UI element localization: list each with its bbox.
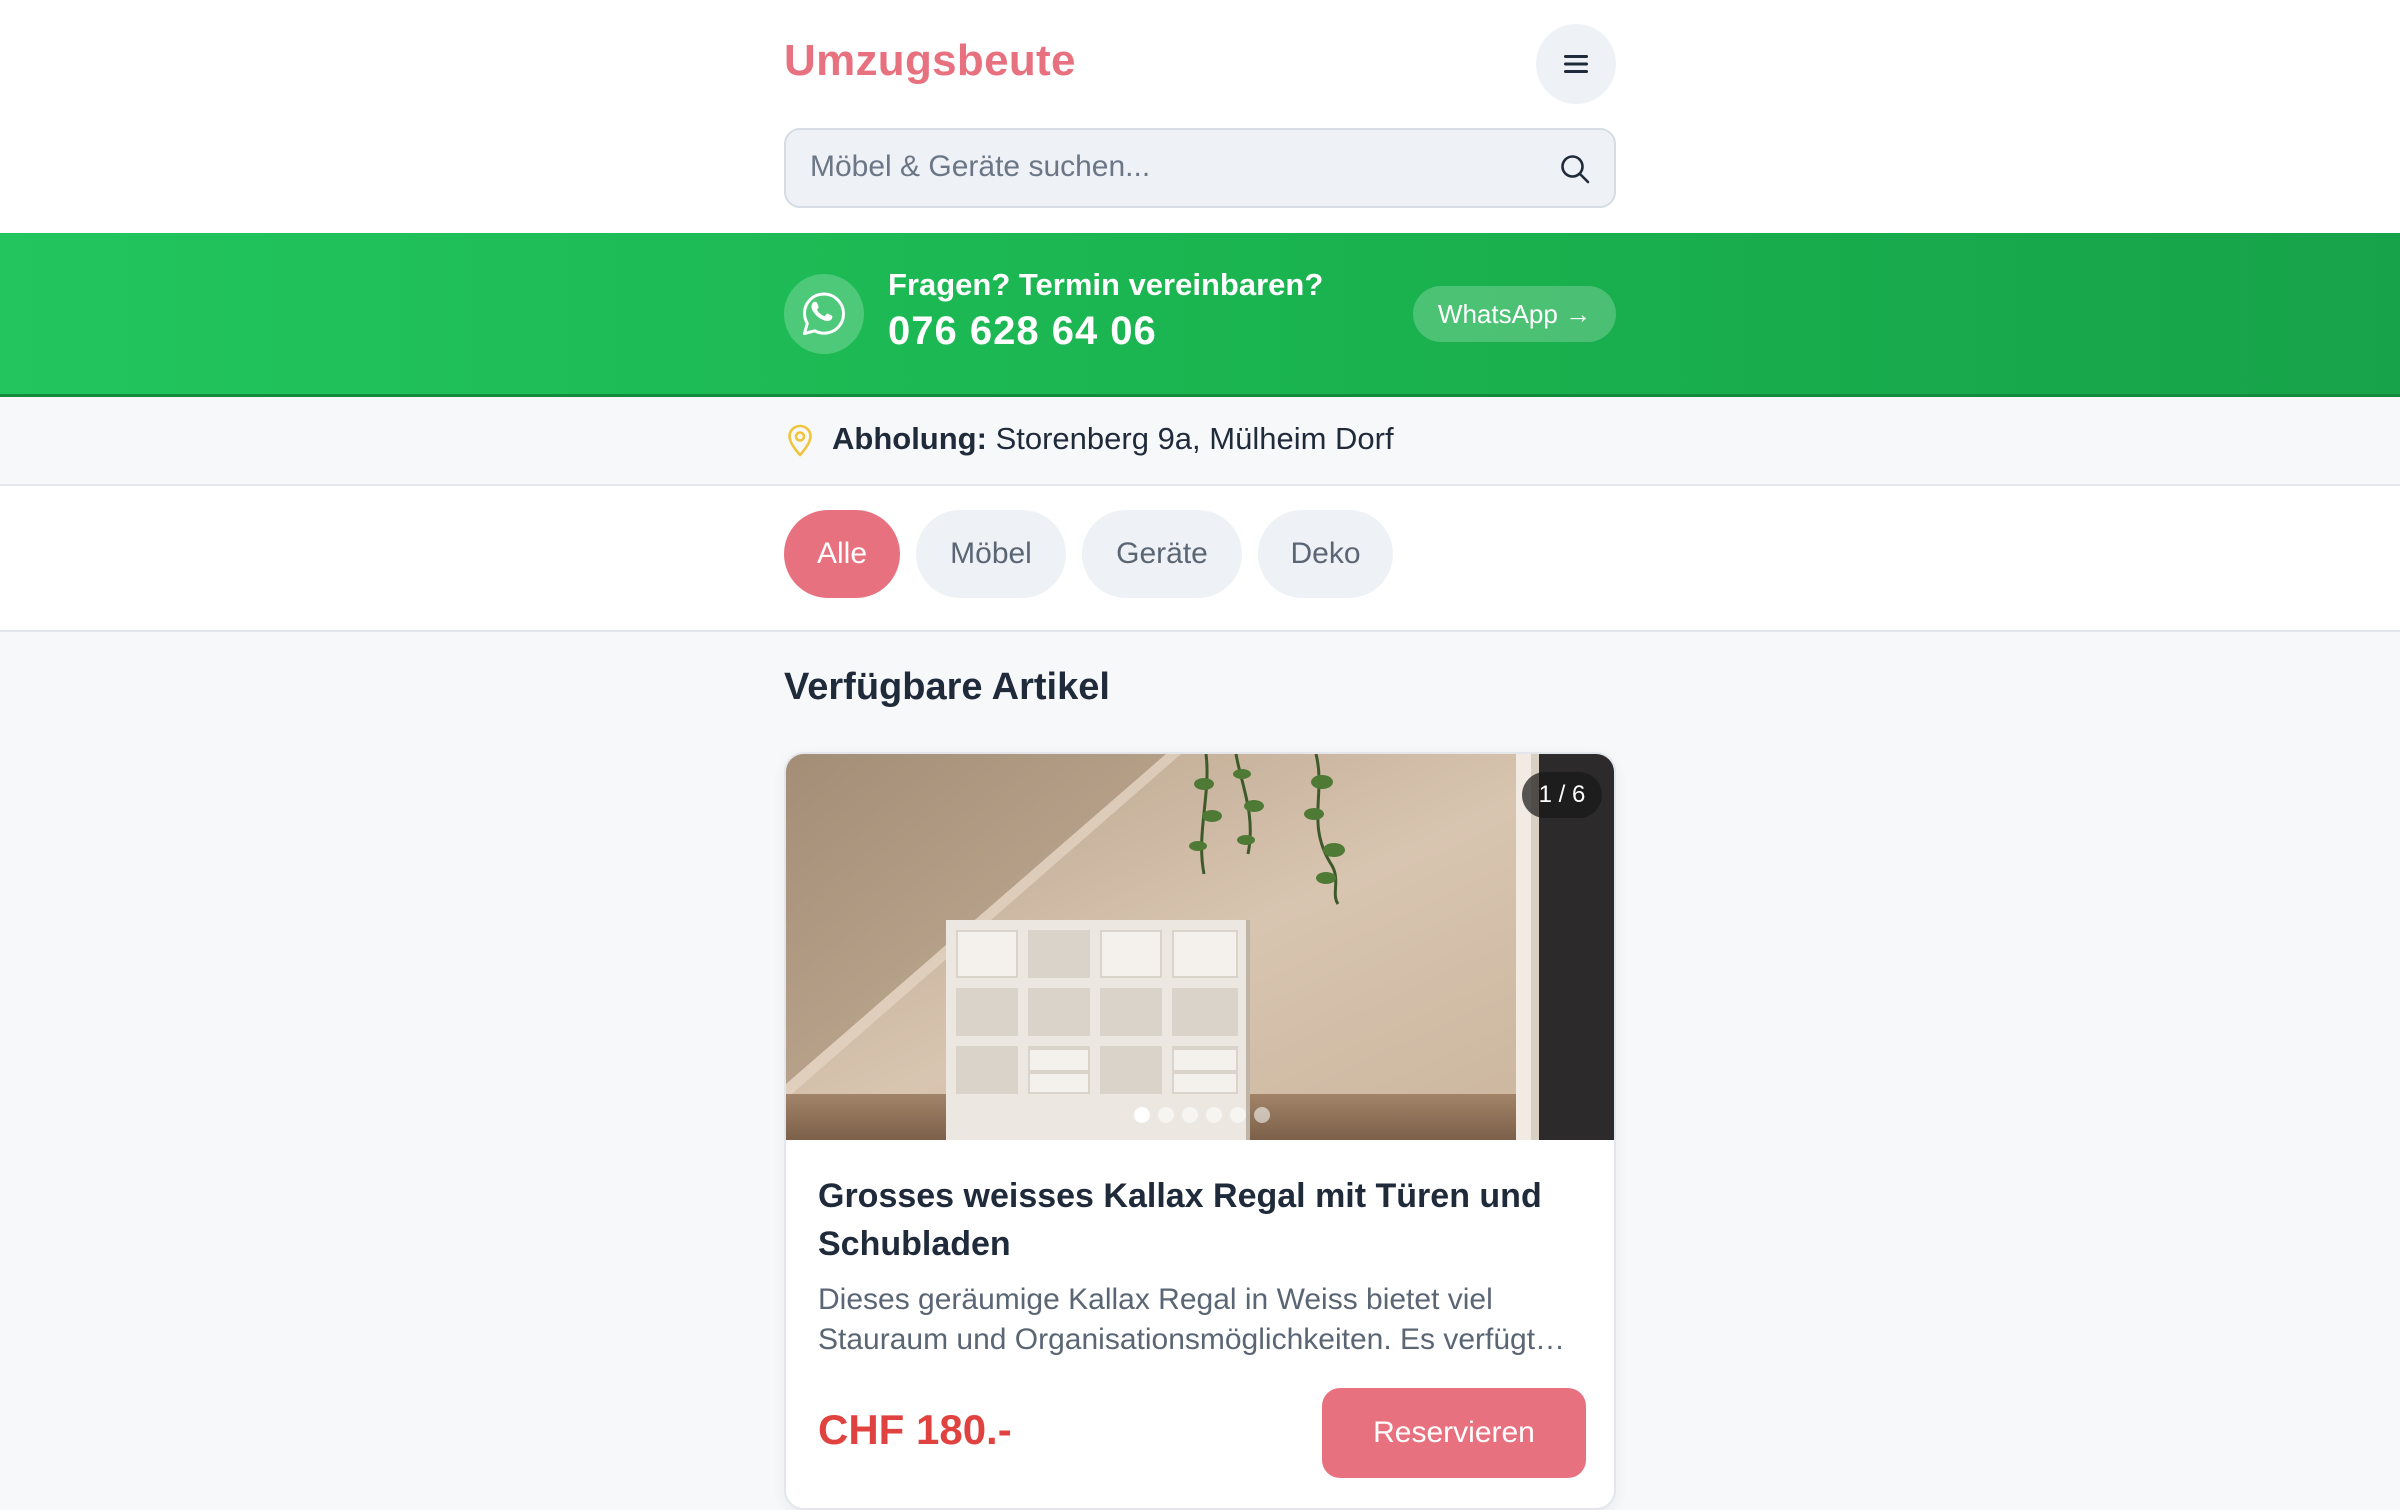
site-logo[interactable]: Umzugsbeute [784, 36, 1076, 86]
product-photo [786, 754, 1614, 1140]
carousel-dot[interactable] [1134, 1107, 1150, 1123]
search-input[interactable]: Möbel & Geräte suchen... [784, 128, 1616, 208]
product-title[interactable]: Grosses weisses Kallax Regal mit Türen u… [818, 1172, 1588, 1268]
carousel-dot[interactable] [1182, 1107, 1198, 1123]
hamburger-menu-icon [1564, 55, 1588, 73]
carousel-dots[interactable] [786, 1107, 1614, 1123]
filter-chip-geraete[interactable]: Geräte [1082, 510, 1242, 598]
carousel-dot[interactable] [1230, 1107, 1246, 1123]
filter-chip-alle[interactable]: Alle [784, 510, 900, 598]
site-header: Umzugsbeute Möbel & Geräte suchen... [0, 0, 2400, 233]
pickup-address: Abholung: Storenberg 9a, Mülheim Dorf [832, 421, 1394, 457]
menu-button[interactable] [1536, 24, 1616, 104]
whatsapp-icon [803, 292, 845, 335]
image-counter: 1 / 6 [1522, 772, 1602, 818]
search-placeholder: Möbel & Geräte suchen... [810, 150, 1151, 183]
whatsapp-banner: Fragen? Termin vereinbaren? 076 628 64 0… [0, 233, 2400, 397]
filter-chip-moebel[interactable]: Möbel [916, 510, 1066, 598]
product-image-carousel[interactable]: 1 / 6 [786, 754, 1614, 1140]
banner-question: Fragen? Termin vereinbaren? [888, 267, 1324, 302]
phone-number[interactable]: 076 628 64 06 [888, 309, 1157, 354]
product-description: Dieses geräumige Kallax Regal in Weiss b… [818, 1283, 1536, 1356]
product-price: CHF 180.- [818, 1406, 1012, 1453]
category-filters: Alle Möbel Geräte Deko [0, 486, 2400, 632]
product-card[interactable]: 1 / 6 Grosses weisses Kallax Regal mit T… [784, 752, 1616, 1510]
filter-chip-deko[interactable]: Deko [1258, 510, 1393, 598]
whatsapp-icon-badge [784, 274, 864, 354]
location-pin-icon [788, 424, 812, 457]
pickup-bar: Abholung: Storenberg 9a, Mülheim Dorf [0, 397, 2400, 486]
section-title: Verfügbare Artikel [784, 666, 1110, 708]
search-icon[interactable] [1558, 152, 1592, 186]
whatsapp-button[interactable]: WhatsApp → [1413, 286, 1616, 342]
carousel-dot[interactable] [1158, 1107, 1174, 1123]
carousel-dot[interactable] [1206, 1107, 1222, 1123]
reserve-button[interactable]: Reservieren [1322, 1388, 1586, 1478]
carousel-dot[interactable] [1254, 1107, 1270, 1123]
pickup-label: Abholung: [832, 421, 987, 456]
pickup-address-value: Storenberg 9a, Mülheim Dorf [995, 421, 1394, 456]
